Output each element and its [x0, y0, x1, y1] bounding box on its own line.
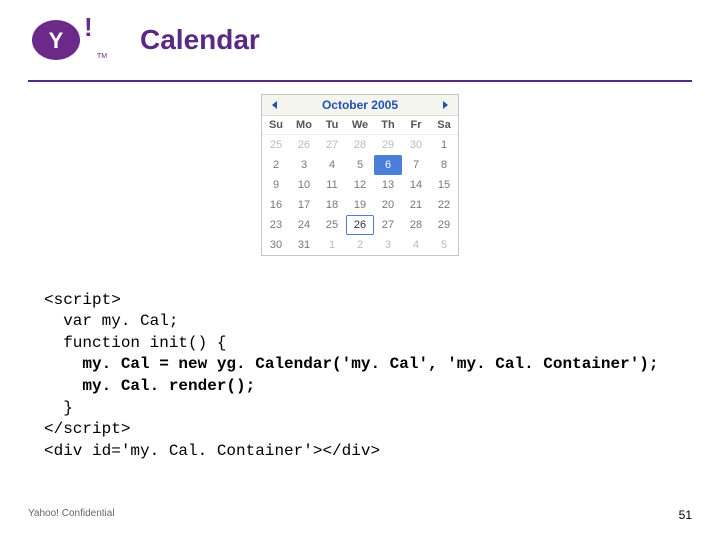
svg-text:!: ! — [84, 14, 93, 42]
calendar-day-cell[interactable]: 29 — [374, 135, 402, 155]
calendar-day-header: Sa — [430, 116, 458, 135]
calendar-day-cell[interactable]: 16 — [262, 195, 290, 215]
calendar-day-cell[interactable]: 3 — [374, 235, 402, 255]
calendar-day-cell[interactable]: 29 — [430, 215, 458, 235]
calendar-day-cell[interactable]: 23 — [262, 215, 290, 235]
calendar-day-cell[interactable]: 25 — [318, 215, 346, 235]
next-month-icon[interactable] — [438, 98, 452, 112]
calendar-day-cell[interactable]: 17 — [290, 195, 318, 215]
page-number: 51 — [679, 508, 692, 522]
prev-month-icon[interactable] — [268, 98, 282, 112]
calendar-day-cell[interactable]: 24 — [290, 215, 318, 235]
page-title: Calendar — [140, 24, 260, 56]
calendar-day-cell[interactable]: 30 — [402, 135, 430, 155]
calendar-day-cell[interactable]: 25 — [262, 135, 290, 155]
calendar-month-label: October 2005 — [322, 98, 398, 112]
calendar-day-header: Th — [374, 116, 402, 135]
header-divider — [28, 80, 692, 82]
calendar-day-cell[interactable]: 2 — [346, 235, 374, 255]
calendar-day-header: We — [346, 116, 374, 135]
calendar-day-cell[interactable]: 11 — [318, 175, 346, 195]
calendar-day-header: Fr — [402, 116, 430, 135]
yahoo-logo: Y ! TM — [26, 14, 116, 66]
calendar-day-cell[interactable]: 26 — [290, 135, 318, 155]
calendar-day-cell[interactable]: 1 — [430, 135, 458, 155]
calendar-day-cell[interactable]: 26 — [346, 215, 374, 235]
calendar-day-cell[interactable]: 4 — [318, 155, 346, 175]
calendar-day-cell[interactable]: 6 — [374, 155, 402, 175]
calendar-day-cell[interactable]: 30 — [262, 235, 290, 255]
calendar-day-cell[interactable]: 10 — [290, 175, 318, 195]
calendar-day-cell[interactable]: 9 — [262, 175, 290, 195]
calendar-day-cell[interactable]: 28 — [346, 135, 374, 155]
calendar-day-cell[interactable]: 13 — [374, 175, 402, 195]
calendar-day-cell[interactable]: 1 — [318, 235, 346, 255]
calendar-widget: October 2005 SuMoTuWeThFrSa 252627282930… — [261, 94, 459, 256]
calendar-day-cell[interactable]: 27 — [318, 135, 346, 155]
calendar-day-cell[interactable]: 31 — [290, 235, 318, 255]
calendar-day-cell[interactable]: 15 — [430, 175, 458, 195]
calendar-day-cell[interactable]: 14 — [402, 175, 430, 195]
calendar-day-cell[interactable]: 8 — [430, 155, 458, 175]
calendar-day-header: Mo — [290, 116, 318, 135]
calendar-day-cell[interactable]: 5 — [430, 235, 458, 255]
calendar-day-cell[interactable]: 2 — [262, 155, 290, 175]
calendar-day-cell[interactable]: 21 — [402, 195, 430, 215]
svg-text:TM: TM — [97, 53, 107, 60]
calendar-day-cell[interactable]: 5 — [346, 155, 374, 175]
calendar-day-header: Tu — [318, 116, 346, 135]
calendar-day-cell[interactable]: 7 — [402, 155, 430, 175]
calendar-day-cell[interactable]: 28 — [402, 215, 430, 235]
code-snippet: <script> var my. Cal; function init() { … — [44, 268, 676, 462]
calendar-day-cell[interactable]: 20 — [374, 195, 402, 215]
footer-confidential: Yahoo! Confidential — [28, 508, 115, 522]
calendar-day-cell[interactable]: 12 — [346, 175, 374, 195]
calendar-day-cell[interactable]: 3 — [290, 155, 318, 175]
calendar-day-header: Su — [262, 116, 290, 135]
calendar-day-cell[interactable]: 4 — [402, 235, 430, 255]
svg-text:Y: Y — [49, 28, 64, 53]
calendar-day-cell[interactable]: 27 — [374, 215, 402, 235]
calendar-day-cell[interactable]: 18 — [318, 195, 346, 215]
calendar-day-cell[interactable]: 19 — [346, 195, 374, 215]
calendar-day-cell[interactable]: 22 — [430, 195, 458, 215]
